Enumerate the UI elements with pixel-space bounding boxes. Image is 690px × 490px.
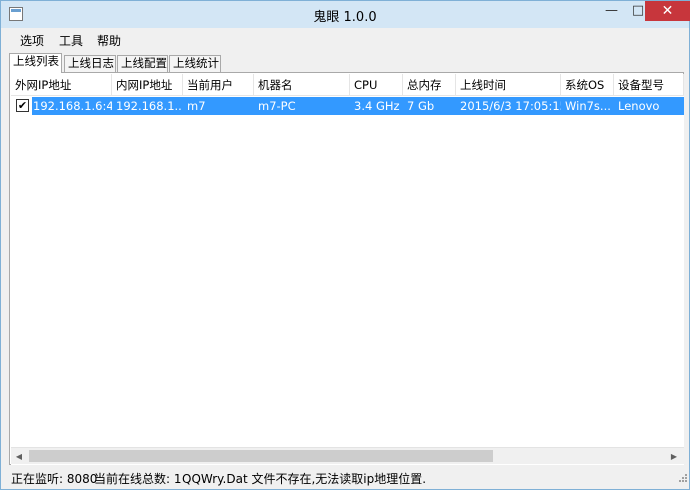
column-header-online-time[interactable]: 上线时间 (456, 74, 561, 96)
column-header-device-model[interactable]: 设备型号 (614, 74, 684, 96)
tab-online-config[interactable]: 上线配置 (117, 55, 168, 72)
tab-online-log[interactable]: 上线日志 (64, 55, 116, 72)
chevron-right-icon[interactable]: ▶ (667, 450, 681, 463)
column-header-os[interactable]: 系统OS (561, 74, 614, 96)
title-bar[interactable]: 鬼眼 1.0.0 — □ ✕ (1, 1, 690, 28)
menu-bar: 选项 工具 帮助 (1, 29, 689, 49)
column-header-local-ip[interactable]: 内网IP地址 (112, 74, 183, 96)
close-button[interactable]: ✕ (645, 1, 690, 21)
online-list-view[interactable]: 外网IP地址 内网IP地址 当前用户 机器名 CPU 总内存 上线时间 系统OS… (11, 74, 684, 465)
main-window: 鬼眼 1.0.0 — □ ✕ 选项 工具 帮助 上线列表 上线日志 上线配置 上… (0, 0, 690, 490)
cell-os: Win7s... (565, 99, 611, 113)
status-online-label: 当前在线总数: (94, 472, 171, 486)
menu-options[interactable]: 选项 (20, 32, 44, 49)
cell-public-ip: 192.168.1.6:4... (33, 99, 112, 113)
status-listening: 正在监听: 8080 (11, 470, 97, 487)
status-port: 8080 (66, 472, 98, 486)
cell-current-user: m7 (187, 99, 206, 113)
table-row[interactable]: ✔ 192.168.1.6:4... 192.168.1... m7 m7-PC… (11, 97, 684, 115)
resize-grip-icon[interactable] (676, 473, 688, 485)
cell-online-time: 2015/6/3 17:05:15 (460, 99, 561, 113)
tab-online-list[interactable]: 上线列表 (9, 53, 62, 73)
status-message: QQWry.Dat 文件不存在,无法读取ip地理位置. (182, 472, 427, 486)
tab-panel: 外网IP地址 内网IP地址 当前用户 机器名 CPU 总内存 上线时间 系统OS… (9, 72, 684, 465)
status-bar: 正在监听: 8080 当前在线总数: 1 QQWry.Dat 文件不存在,无法读… (1, 467, 689, 489)
cell-cpu: 3.4 GHz (354, 99, 400, 113)
row-checkbox[interactable]: ✔ (16, 99, 29, 112)
cell-machine-name: m7-PC (258, 99, 296, 113)
cell-local-ip: 192.168.1... (116, 99, 183, 113)
menu-help[interactable]: 帮助 (97, 32, 121, 49)
column-header-memory[interactable]: 总内存 (403, 74, 456, 96)
list-header: 外网IP地址 内网IP地址 当前用户 机器名 CPU 总内存 上线时间 系统OS… (11, 74, 684, 96)
horizontal-scrollbar[interactable]: ◀ ▶ (11, 447, 684, 464)
cell-memory: 7 Gb (407, 99, 435, 113)
cell-device-model: Lenovo (618, 99, 660, 113)
chevron-left-icon[interactable]: ◀ (12, 450, 26, 463)
menu-tools[interactable]: 工具 (59, 32, 83, 49)
scrollbar-thumb[interactable] (29, 450, 493, 462)
status-online: 当前在线总数: 1 (94, 470, 182, 487)
status-online-count: 1 (173, 472, 182, 486)
column-header-public-ip[interactable]: 外网IP地址 (11, 74, 112, 96)
column-header-machine-name[interactable]: 机器名 (254, 74, 350, 96)
column-header-current-user[interactable]: 当前用户 (183, 74, 254, 96)
status-listening-label: 正在监听: (11, 472, 64, 486)
window-title: 鬼眼 1.0.0 (313, 10, 377, 25)
tab-online-stats[interactable]: 上线统计 (169, 55, 221, 72)
column-header-cpu[interactable]: CPU (350, 74, 403, 96)
minimize-button[interactable]: — (598, 1, 625, 21)
